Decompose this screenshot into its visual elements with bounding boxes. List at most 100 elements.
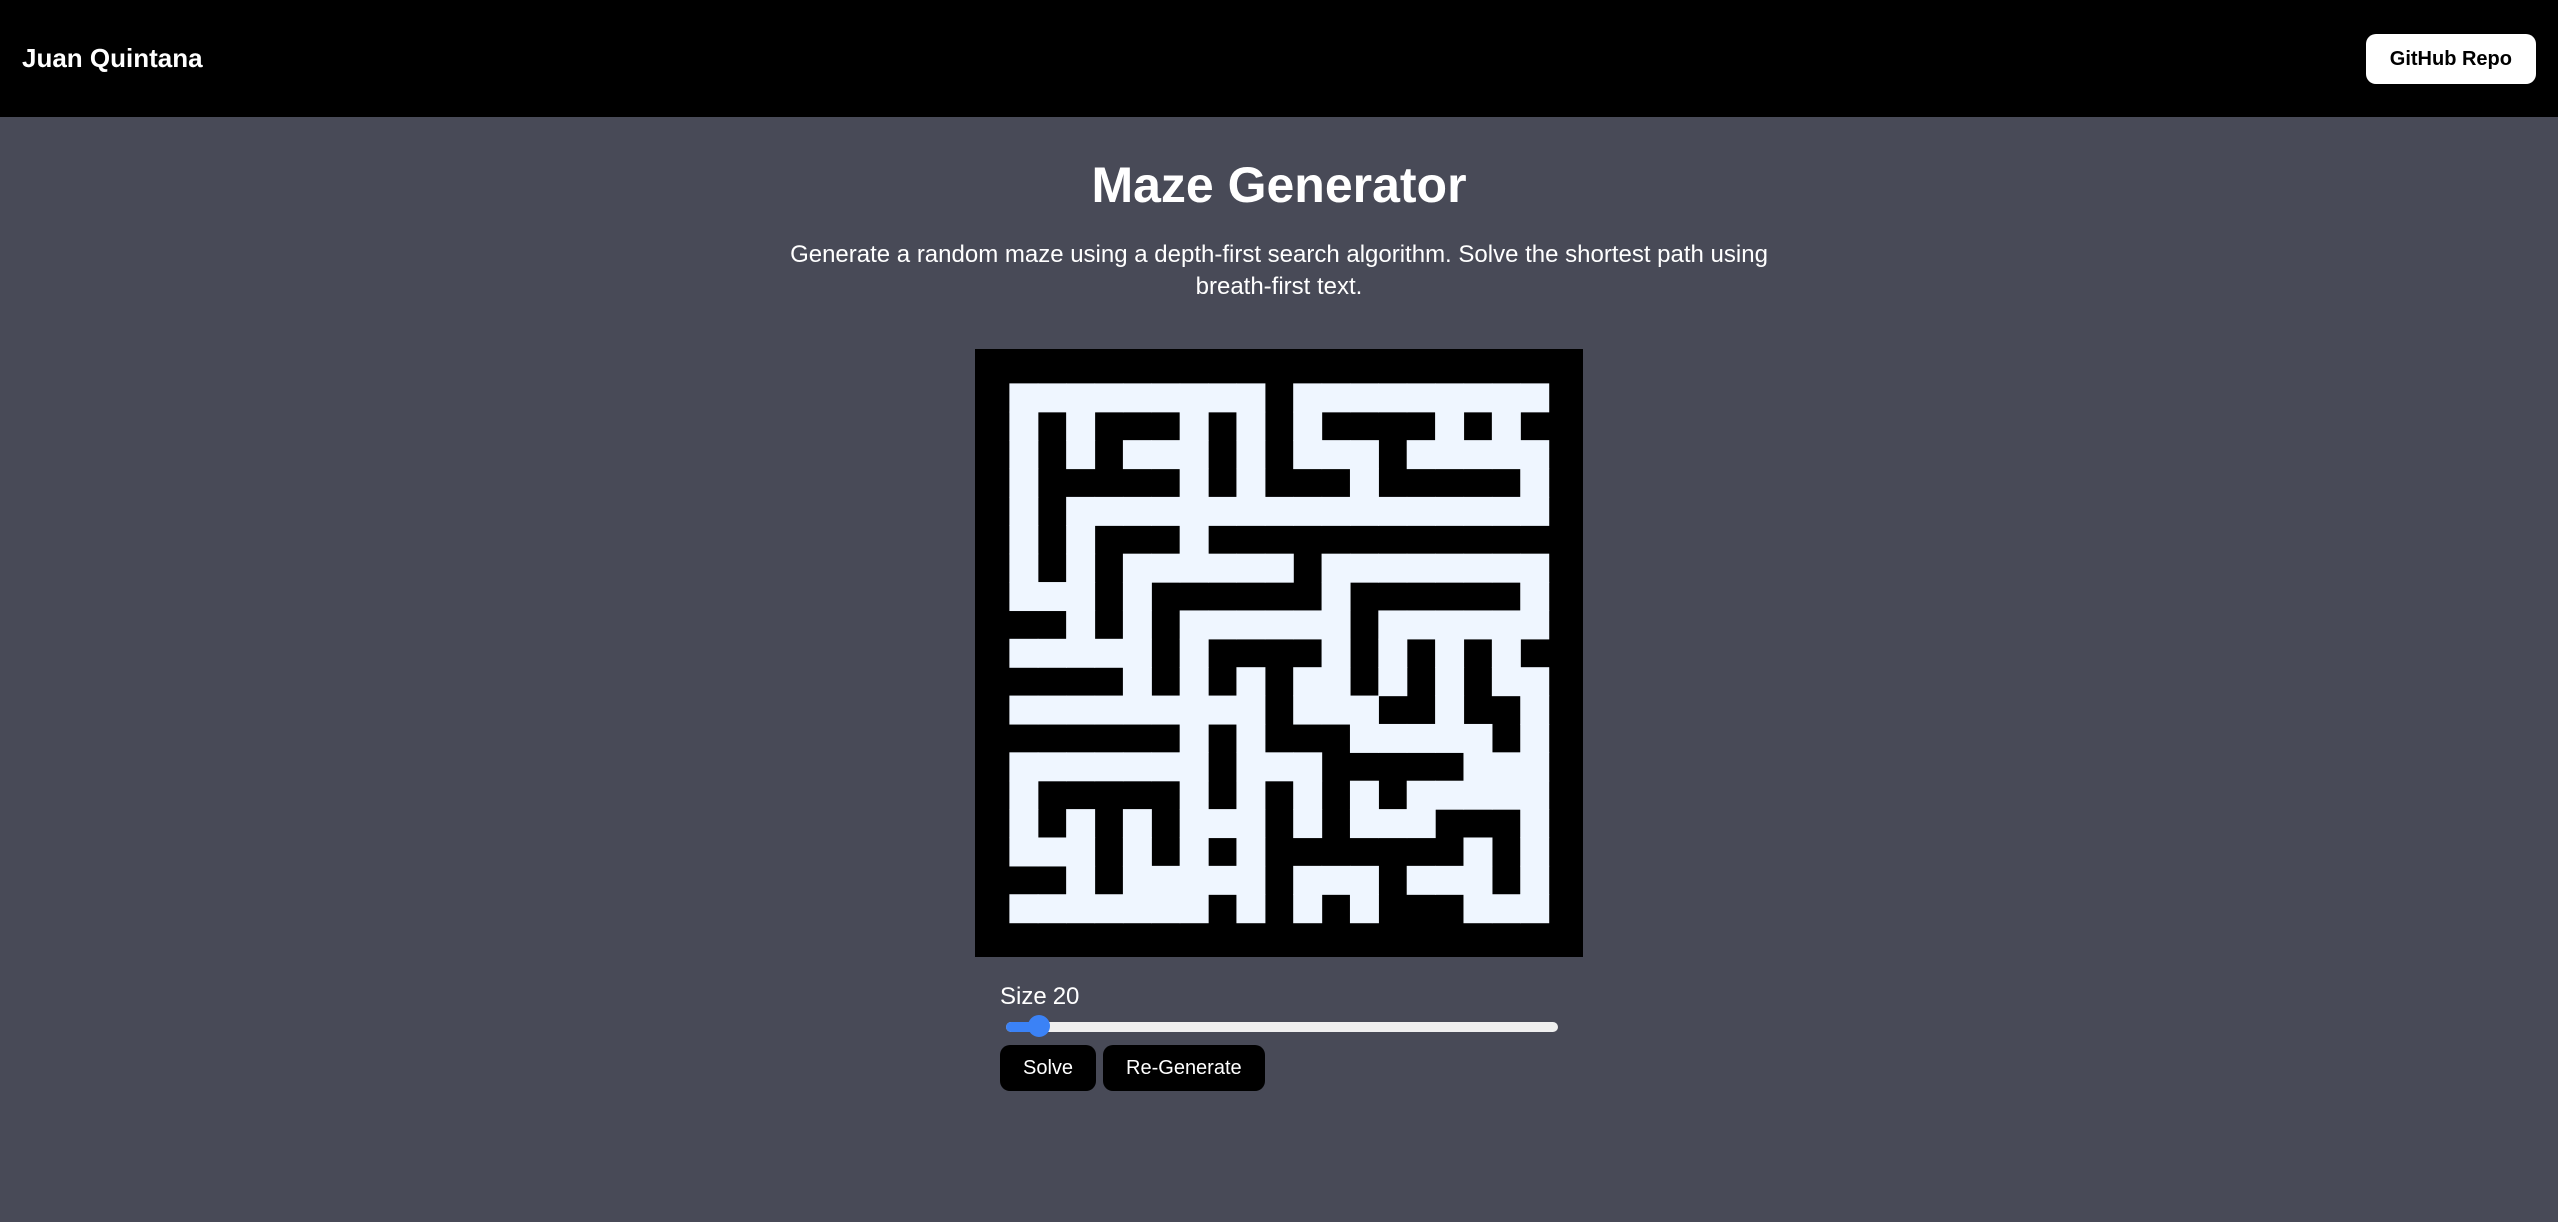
maze-path-cell (1066, 809, 1096, 839)
maze-path-cell (1179, 723, 1209, 753)
maze-path-cell (1009, 780, 1039, 810)
maze-path-cell (1435, 695, 1465, 725)
maze-path-cell (1208, 610, 1238, 640)
maze-path-cell (1293, 894, 1323, 924)
size-slider-track[interactable] (1006, 1022, 1558, 1032)
maze-path-cell (1435, 667, 1465, 697)
solve-button[interactable]: Solve (1000, 1045, 1097, 1091)
maze-path-cell (1264, 752, 1294, 782)
maze-path-cell (1435, 638, 1465, 668)
maze-path-cell (1037, 383, 1067, 413)
regenerate-button[interactable]: Re-Generate (1103, 1045, 1265, 1091)
maze-path-cell (1520, 865, 1550, 895)
maze-path-cell (1435, 411, 1465, 441)
maze-path-cell (1122, 610, 1152, 640)
maze-path-cell (1491, 553, 1521, 583)
maze-path-cell (1009, 496, 1039, 526)
navbar: Juan Quintana GitHub Repo (0, 0, 2558, 117)
maze-path-cell (1236, 837, 1266, 867)
maze-path-cell (1151, 752, 1181, 782)
maze-path-cell (1066, 496, 1096, 526)
maze-path-cell (1520, 752, 1550, 782)
size-slider[interactable] (1000, 1015, 1558, 1037)
maze-path-cell (1491, 780, 1521, 810)
maze-path-cell (1349, 865, 1379, 895)
maze-path-cell (1179, 638, 1209, 668)
maze-path-cell (1321, 638, 1351, 668)
maze-path-cell (1264, 553, 1294, 583)
maze-path-cell (1491, 638, 1521, 668)
maze-path-cell (1179, 780, 1209, 810)
maze-path-cell (1122, 582, 1152, 612)
maze-path-cell (1066, 383, 1096, 413)
maze-path-cell (1463, 894, 1493, 924)
maze-path-cell (1236, 553, 1266, 583)
maze-path-cell (1179, 525, 1209, 555)
maze-path-cell (1122, 440, 1152, 470)
maze-path-cell (1066, 525, 1096, 555)
maze-path-cell (1491, 383, 1521, 413)
maze-path-cell (1463, 780, 1493, 810)
github-repo-button[interactable]: GitHub Repo (2365, 33, 2536, 84)
maze-path-cell (1037, 582, 1067, 612)
maze-path-cell (1406, 865, 1436, 895)
maze-path-cell (1236, 894, 1266, 924)
maze-path-cell (1122, 638, 1152, 668)
maze-path-cell (1349, 780, 1379, 810)
maze-path-cell (1179, 894, 1209, 924)
maze-path-cell (1435, 865, 1465, 895)
maze-path-cell (1349, 723, 1379, 753)
maze-path-cell (1406, 553, 1436, 583)
maze-path-cell (1236, 723, 1266, 753)
maze-path-cell (1208, 553, 1238, 583)
maze-path-cell (1009, 468, 1039, 498)
size-value: 20 (1052, 983, 1080, 1010)
size-slider-thumb[interactable] (1028, 1015, 1051, 1037)
maze-path-cell (1264, 610, 1294, 640)
brand-name[interactable]: Juan Quintana (22, 43, 203, 74)
maze-path-cell (1491, 496, 1521, 526)
maze-path-cell (1009, 525, 1039, 555)
maze-path-cell (1208, 865, 1238, 895)
maze-path-cell (1009, 638, 1039, 668)
maze-path-cell (1151, 894, 1181, 924)
maze-path-cell (1037, 894, 1067, 924)
maze-path-cell (1463, 496, 1493, 526)
maze-path-cell (1009, 383, 1039, 413)
maze-path-cell (1435, 553, 1465, 583)
maze-path-cell (1520, 780, 1550, 810)
maze-path-cell (1378, 496, 1408, 526)
maze-path-cell (1236, 667, 1266, 697)
maze-path-cell (1066, 553, 1096, 583)
maze-path-cell (1463, 837, 1493, 867)
maze-path-cell (1378, 638, 1408, 668)
maze-path-cell (1406, 496, 1436, 526)
maze-path-cell (1009, 411, 1039, 441)
maze-path-cell (1520, 667, 1550, 697)
maze-path-cell (1321, 667, 1351, 697)
maze-path-cell (1463, 723, 1493, 753)
maze-path-cell (1179, 553, 1209, 583)
maze-path-cell (1293, 383, 1323, 413)
maze-path-cell (1406, 440, 1436, 470)
maze-path-cell (1179, 837, 1209, 867)
size-label: Size 20 (1000, 983, 1558, 1011)
maze-path-cell (1151, 496, 1181, 526)
maze-path-cell (1463, 752, 1493, 782)
maze-path-cell (1122, 695, 1152, 725)
size-label-text: Size (1000, 983, 1047, 1010)
maze-path-cell (1066, 837, 1096, 867)
maze-path-cell (1236, 383, 1266, 413)
maze-path-cell (1349, 553, 1379, 583)
maze-path-cell (1122, 667, 1152, 697)
maze-path-cell (1378, 553, 1408, 583)
maze-path-cell (1435, 610, 1465, 640)
maze-path-cell (1463, 440, 1493, 470)
maze-path-cell (1037, 752, 1067, 782)
maze-path-cell (1520, 440, 1550, 470)
maze-path-cell (1236, 695, 1266, 725)
maze-path-cell (1122, 383, 1152, 413)
maze-path-cell (1520, 383, 1550, 413)
maze-path-cell (1179, 468, 1209, 498)
page-title: Maze Generator (1091, 157, 1467, 213)
